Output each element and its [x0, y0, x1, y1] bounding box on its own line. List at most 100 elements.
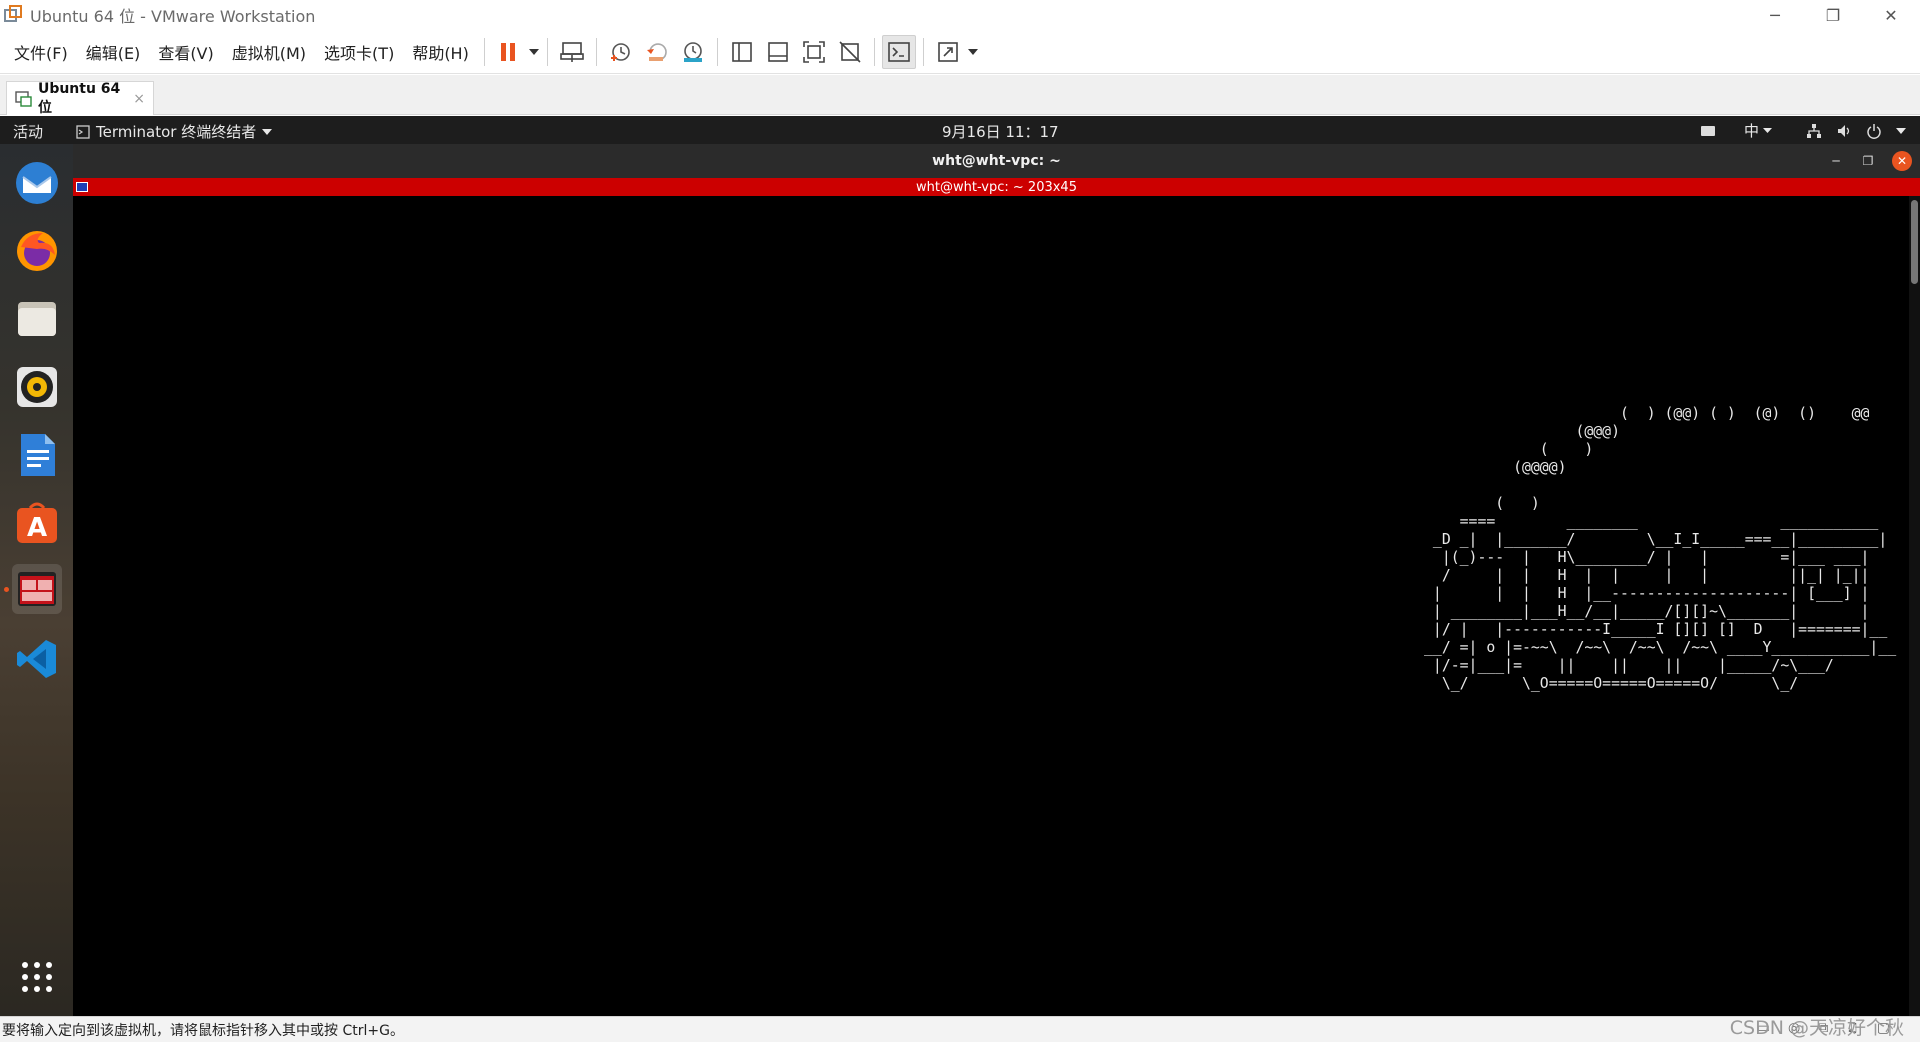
toolbar-separator [873, 37, 875, 66]
tab-label: Ubuntu 64 位 [37, 80, 121, 116]
ascii-line: ( ) [1424, 441, 1594, 458]
chevron-down-icon [1763, 128, 1772, 133]
ascii-line: | ________|___H__/__|_____/[][]~\_______… [1424, 603, 1870, 620]
gnome-top-bar: 活动 Terminator 终端终结者 9月16日 11：17 中 [0, 116, 1920, 144]
menu-help[interactable]: 帮助(H) [403, 30, 478, 74]
app-menu[interactable]: Terminator 终端终结者 [76, 121, 273, 142]
vm-tabbar: Ubuntu 64 位 × [0, 75, 1920, 116]
app-menu-label: Terminator 终端终结者 [96, 123, 257, 141]
menu-tabs[interactable]: 选项卡(T) [315, 30, 403, 74]
toolbar-separator [716, 37, 718, 66]
menu-vm[interactable]: 虚拟机(M) [223, 30, 315, 74]
activities-button[interactable]: 活动 [13, 121, 43, 142]
chevron-down-icon[interactable] [1896, 127, 1906, 134]
ascii-line: ( ) (@@) ( ) (@) () @@ [1424, 405, 1870, 422]
power-icon[interactable] [1866, 123, 1882, 139]
ascii-line: \_/ \_O=====O=====O=====O/ \_/ [1424, 675, 1799, 692]
terminal-scrollbar[interactable] [1909, 196, 1920, 1016]
keyboard-icon[interactable] [1700, 125, 1716, 137]
tab-close-button[interactable]: × [133, 91, 145, 107]
toolbar-separator [922, 37, 924, 66]
thunderbird-icon[interactable] [12, 158, 62, 208]
tab-ubuntu[interactable]: Ubuntu 64 位 × [6, 80, 154, 116]
snapshot-manager-icon[interactable] [676, 35, 710, 69]
toolbar-separator [546, 37, 548, 66]
send-ctrl-alt-del-icon[interactable] [555, 35, 589, 69]
menubar: 文件(F) 编辑(E) 查看(V) 虚拟机(M) 选项卡(T) 帮助(H) [0, 30, 1920, 74]
ascii-line [1424, 477, 1896, 495]
terminal-close-button[interactable]: ✕ [1892, 151, 1912, 171]
window-title: Ubuntu 64 位 - VMware Workstation [30, 7, 316, 26]
ascii-line: ( ) [1424, 495, 1540, 512]
snapshot-revert-icon[interactable] [640, 35, 674, 69]
snapshot-take-icon[interactable] [604, 35, 638, 69]
ascii-line: / | | H | | | | ||_| |_|| [1424, 567, 1870, 584]
fullscreen-icon[interactable] [797, 35, 831, 69]
menu-view[interactable]: 查看(V) [149, 30, 222, 74]
rhythmbox-icon[interactable] [12, 362, 62, 412]
vm-tab-icon [15, 90, 32, 107]
terminal-minimize-button[interactable]: ─ [1828, 154, 1844, 168]
ubuntu-software-icon[interactable]: A [12, 498, 62, 548]
group-icon[interactable] [76, 182, 88, 192]
status-message: 要将输入定向到该虚拟机，请将鼠标指针移入其中或按 Ctrl+G。 [2, 1022, 404, 1039]
terminal-window-title: wht@wht-vpc: ~ [932, 153, 1061, 169]
ascii-line: | | | H |__--------------------| [___] | [1424, 585, 1870, 602]
terminal-window-header[interactable]: wht@wht-vpc: ~ ─ ❐ ✕ [73, 144, 1920, 178]
guest-display[interactable]: 活动 Terminator 终端终结者 9月16日 11：17 中 A wht@… [0, 116, 1920, 1016]
terminator-small-icon [76, 124, 90, 139]
thumbnail-bar-icon[interactable] [761, 35, 795, 69]
ascii-line: |/ | |-----------I_____I [][] [] D |====… [1424, 621, 1888, 638]
network-icon[interactable] [1806, 123, 1822, 139]
maximize-button[interactable]: ❐ [1804, 0, 1862, 30]
menu-file[interactable]: 文件(F) [0, 30, 77, 74]
terminal-pane-titlebar[interactable]: wht@wht-vpc: ~ 203x45 [73, 178, 1920, 196]
show-applications-icon[interactable] [12, 952, 62, 1002]
console-view-icon[interactable] [881, 34, 916, 69]
vmware-statusbar: 要将输入定向到该虚拟机，请将鼠标指针移入其中或按 Ctrl+G。 [0, 1016, 1920, 1042]
close-window-button[interactable]: ✕ [1862, 0, 1920, 30]
volume-icon[interactable] [1836, 123, 1852, 139]
menu-edit[interactable]: 编辑(E) [77, 30, 150, 74]
toolbar-separator [483, 37, 485, 66]
ascii-line: |(_)--- | H\________/ | | =|___ ___| [1424, 549, 1870, 566]
terminator-window[interactable]: wht@wht-vpc: ~ ─ ❐ ✕ wht@wht-vpc: ~ 203x… [73, 144, 1920, 1016]
ubuntu-dock: A [0, 144, 73, 1016]
toolbar-separator [595, 37, 597, 66]
pause-icon[interactable] [492, 35, 526, 69]
svg-text:A: A [27, 513, 47, 543]
ascii-line: ==== ________ ___________ [1424, 513, 1879, 530]
libreoffice-writer-icon[interactable] [12, 430, 62, 480]
firefox-icon[interactable] [12, 226, 62, 276]
pause-dropdown-icon[interactable] [527, 35, 541, 69]
minimize-button[interactable]: ─ [1746, 0, 1804, 30]
terminal-maximize-button[interactable]: ❐ [1860, 154, 1876, 168]
terminal-body[interactable]: ( ) (@@) ( ) (@) () @@ (@@@) ( ) (@@@@) … [73, 196, 1909, 1016]
ascii-line: __/ =| o |=-~~\ /~~\ /~~\ /~~\ ____Y____… [1424, 639, 1897, 656]
vscode-icon[interactable] [12, 634, 62, 684]
vmware-logo-icon [4, 5, 24, 25]
csdn-watermark: CSDN @天凉好个秋 [1729, 1017, 1904, 1039]
terminator-icon[interactable] [12, 564, 62, 614]
input-method-indicator[interactable]: 中 [1744, 120, 1772, 141]
ascii-line: _D _| |_______/ \__I_I_____===__|_______… [1424, 531, 1888, 548]
unity-icon[interactable] [833, 35, 867, 69]
clock[interactable]: 9月16日 11：17 [942, 121, 1059, 142]
library-icon[interactable] [725, 35, 759, 69]
sl-train-ascii-art: ( ) (@@) ( ) (@) () @@ (@@@) ( ) (@@@@) … [1424, 405, 1896, 693]
window-controls: ─ ❐ ✕ [1746, 0, 1920, 30]
stretch-icon[interactable] [931, 35, 965, 69]
scrollbar-thumb[interactable] [1911, 200, 1918, 284]
ascii-line: (@@@) [1424, 423, 1620, 440]
input-method-label: 中 [1743, 122, 1759, 140]
running-indicator [4, 587, 9, 592]
terminal-pane-title: wht@wht-vpc: ~ 203x45 [916, 179, 1077, 195]
system-tray: 中 [1700, 120, 1906, 141]
ascii-line: (@@@@) [1424, 459, 1567, 476]
stretch-dropdown-icon[interactable] [966, 35, 980, 69]
ascii-line: |/-=|___|= || || || |_____/~\___/ [1424, 657, 1834, 674]
vmware-titlebar: Ubuntu 64 位 - VMware Workstation ─ ❐ ✕ [0, 0, 1920, 30]
chevron-down-icon [262, 128, 273, 135]
terminal-window-controls: ─ ❐ ✕ [1828, 151, 1912, 171]
files-icon[interactable] [12, 294, 62, 344]
